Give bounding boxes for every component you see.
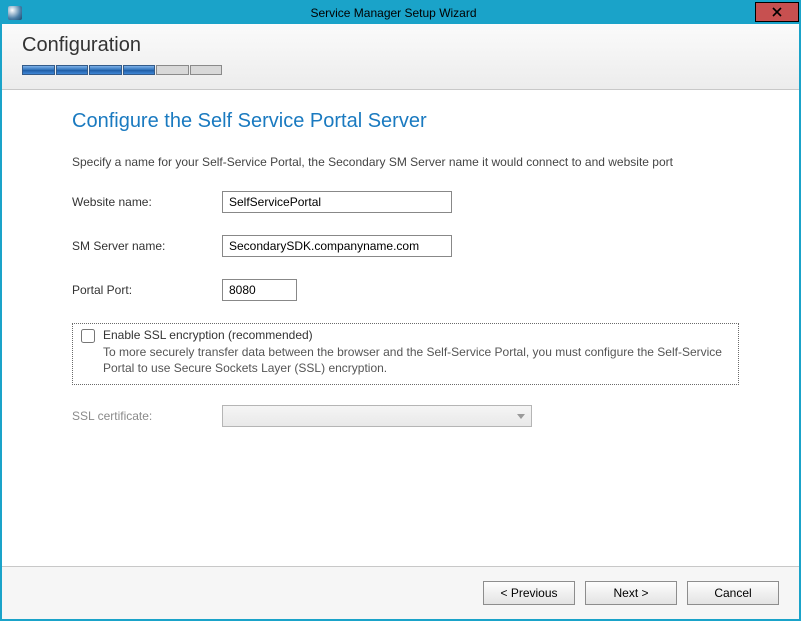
website-input[interactable] xyxy=(222,191,452,213)
ssl-group: Enable SSL encryption (recommended) To m… xyxy=(72,323,739,385)
progress-seg xyxy=(22,65,55,75)
wizard-header: Configuration xyxy=(2,24,799,90)
website-label: Website name: xyxy=(72,195,222,209)
progress-seg xyxy=(190,65,223,75)
progress-seg xyxy=(56,65,89,75)
server-input[interactable] xyxy=(222,235,452,257)
wizard-footer: < Previous Next > Cancel xyxy=(2,566,799,619)
website-row: Website name: xyxy=(72,191,739,213)
cert-combobox[interactable] xyxy=(222,405,532,427)
wizard-window: Service Manager Setup Wizard Configurati… xyxy=(0,0,801,621)
page-title: Configure the Self Service Portal Server xyxy=(72,110,739,133)
cancel-button[interactable]: Cancel xyxy=(687,581,779,605)
app-icon xyxy=(8,6,22,20)
port-label: Portal Port: xyxy=(72,283,222,297)
window-title: Service Manager Setup Wizard xyxy=(28,6,799,20)
progress-bar xyxy=(22,65,222,75)
cert-row: SSL certificate: xyxy=(72,405,739,427)
server-label: SM Server name: xyxy=(72,239,222,253)
cert-label: SSL certificate: xyxy=(72,409,222,423)
close-icon xyxy=(772,7,782,17)
previous-button[interactable]: < Previous xyxy=(483,581,575,605)
ssl-description: To more securely transfer data between t… xyxy=(103,344,730,376)
section-title: Configuration xyxy=(22,34,779,57)
ssl-title: Enable SSL encryption (recommended) xyxy=(103,328,730,342)
port-input[interactable] xyxy=(222,279,297,301)
progress-seg xyxy=(156,65,189,75)
cert-dropdown-toggle[interactable] xyxy=(513,407,529,425)
progress-seg xyxy=(123,65,156,75)
progress-seg xyxy=(89,65,122,75)
chevron-down-icon xyxy=(517,414,525,419)
page-instruction: Specify a name for your Self-Service Por… xyxy=(72,155,739,169)
title-bar: Service Manager Setup Wizard xyxy=(2,2,799,24)
server-row: SM Server name: xyxy=(72,235,739,257)
close-button[interactable] xyxy=(755,2,799,22)
ssl-text: Enable SSL encryption (recommended) To m… xyxy=(103,328,730,376)
wizard-content: Configure the Self Service Portal Server… xyxy=(2,90,799,566)
next-button[interactable]: Next > xyxy=(585,581,677,605)
ssl-checkbox[interactable] xyxy=(81,329,95,343)
port-row: Portal Port: xyxy=(72,279,739,301)
